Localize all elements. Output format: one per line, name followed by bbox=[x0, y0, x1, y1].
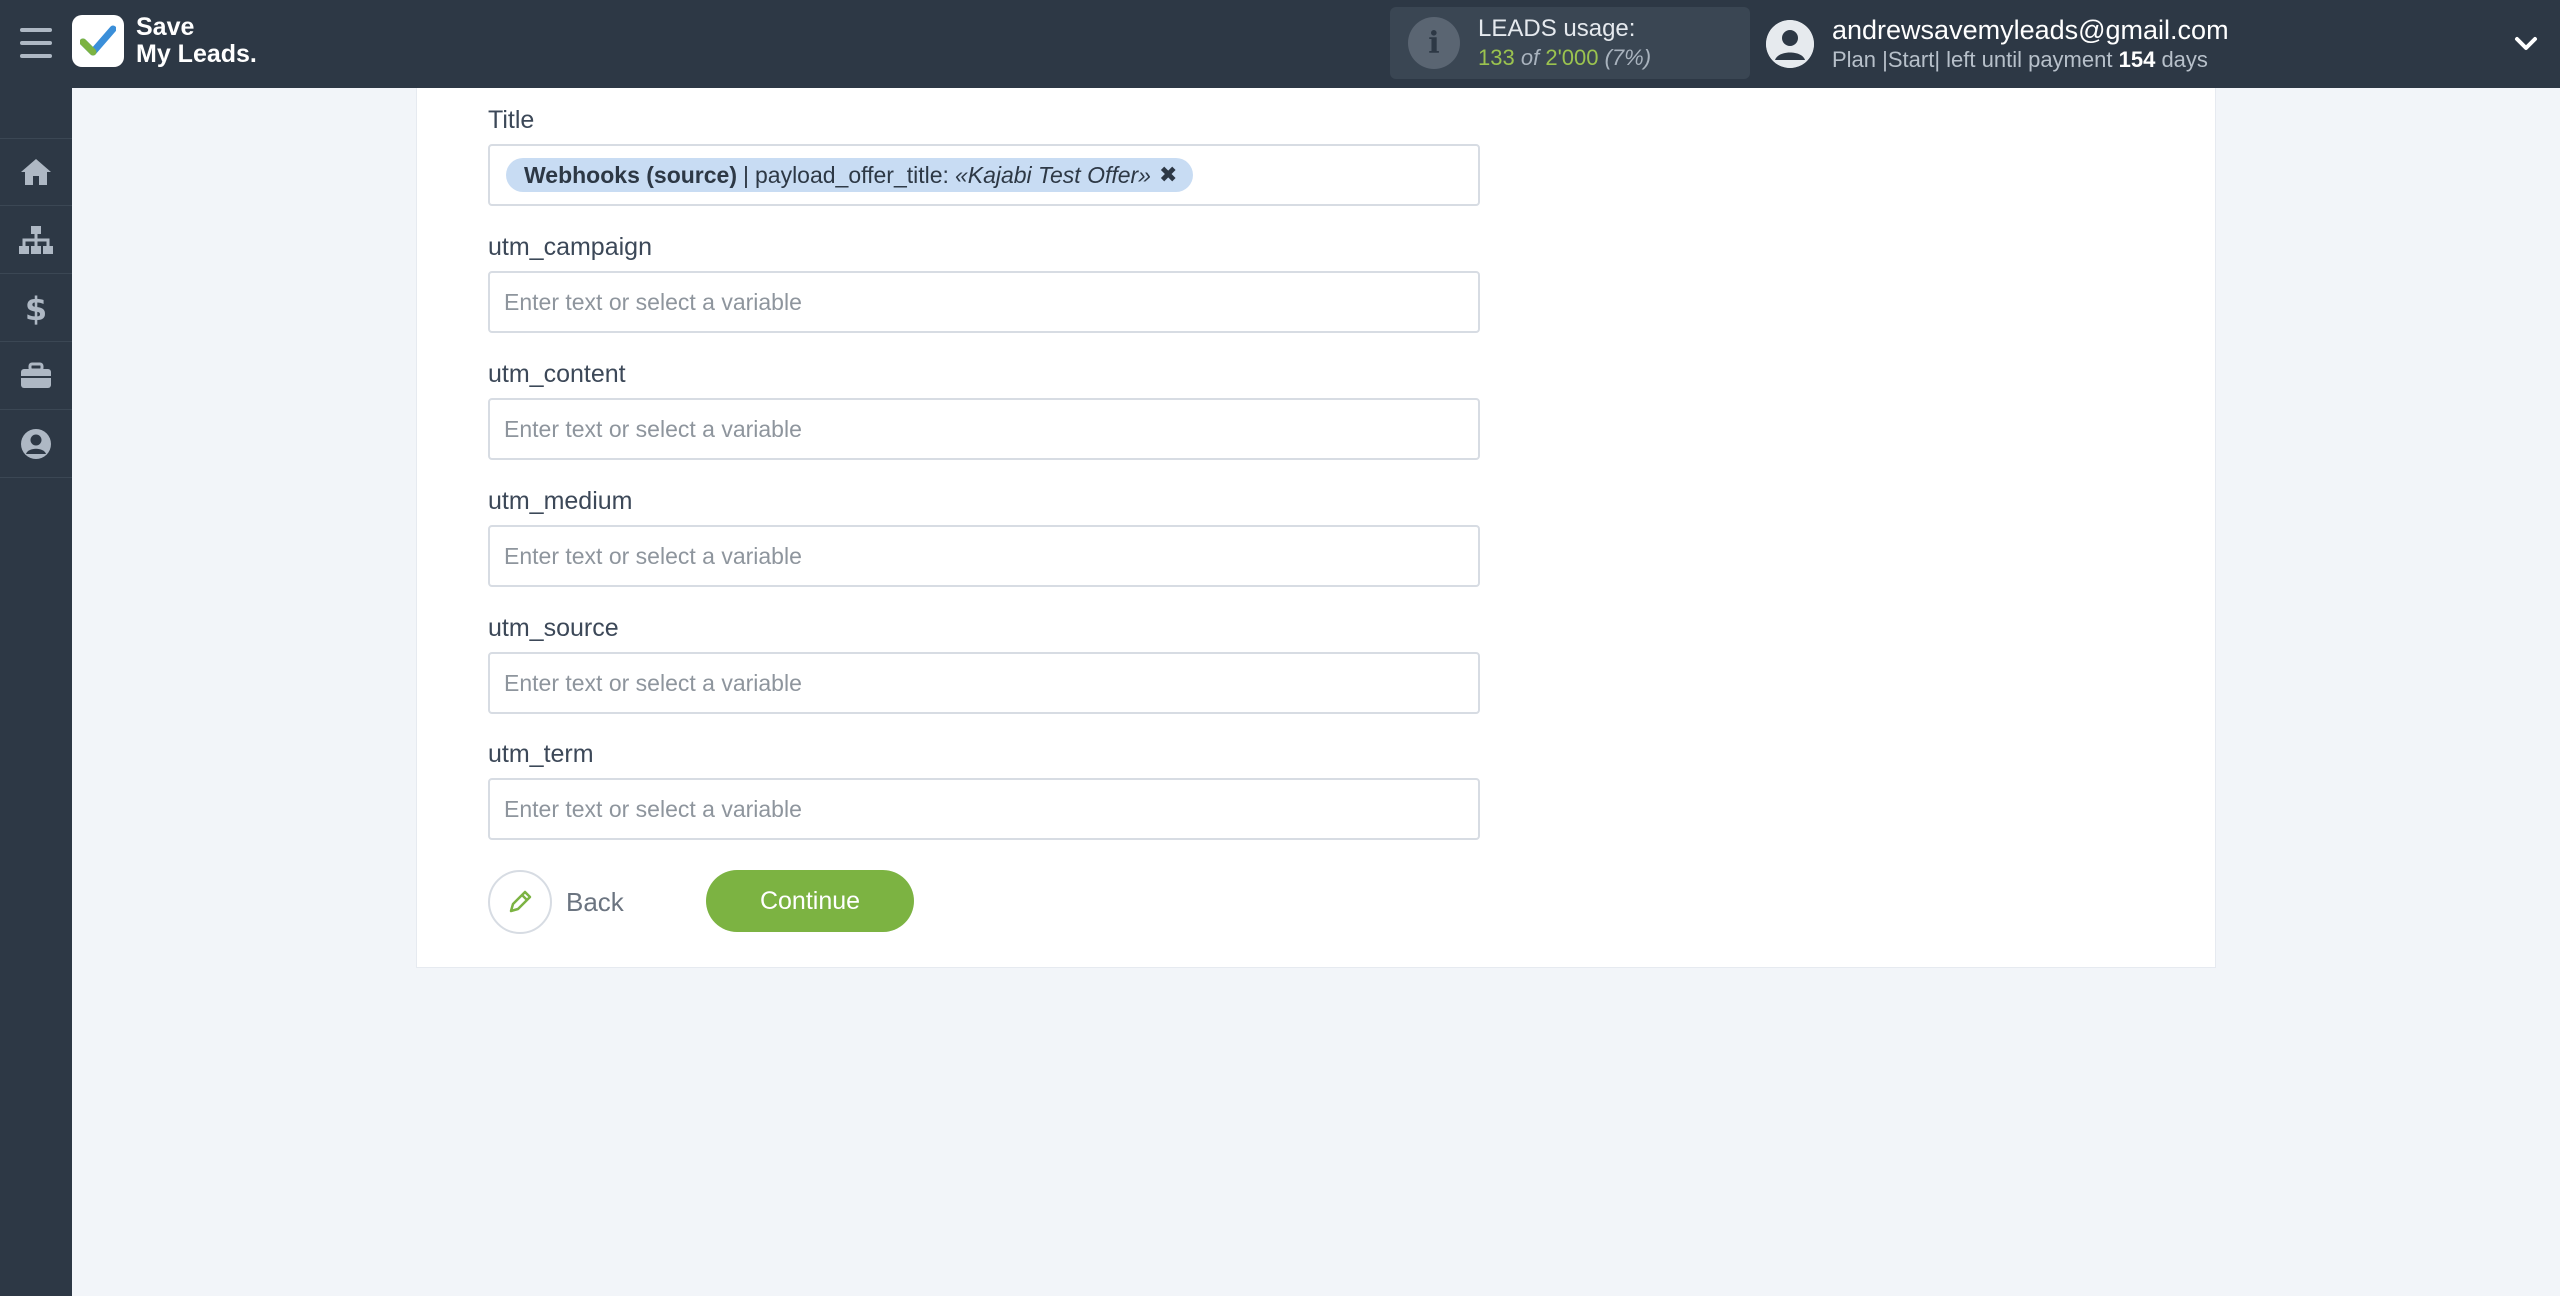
sidebar-item-profile[interactable] bbox=[0, 410, 72, 478]
logo-line-2: My Leads. bbox=[136, 40, 257, 68]
pencil-icon bbox=[488, 870, 552, 934]
svg-text:$: $ bbox=[25, 291, 47, 325]
utm-medium-label: utm_medium bbox=[488, 487, 633, 515]
utm-content-label: utm_content bbox=[488, 360, 626, 388]
plan-prefix: Plan |Start| left until payment bbox=[1832, 47, 2113, 72]
back-button[interactable]: Back bbox=[488, 870, 624, 934]
user-circle-icon bbox=[21, 428, 51, 459]
tag-separator: | bbox=[743, 161, 749, 188]
account-block[interactable]: andrewsavemyleads@gmail.com Plan |Start|… bbox=[1766, 14, 2229, 74]
utm-source-input[interactable] bbox=[488, 652, 1480, 714]
utm-medium-input[interactable] bbox=[488, 525, 1480, 587]
usage-title: LEADS usage: bbox=[1478, 15, 1636, 42]
utm-content-input[interactable] bbox=[488, 398, 1480, 460]
variable-tag[interactable]: Webhooks (source) | payload_offer_title:… bbox=[506, 158, 1194, 192]
sidebar-item-billing[interactable]: $ bbox=[0, 274, 72, 342]
tag-value: «Kajabi Test Offer» bbox=[954, 161, 1151, 188]
utm-campaign-label: utm_campaign bbox=[488, 233, 652, 261]
title-label: Title bbox=[488, 106, 535, 134]
close-icon[interactable]: ✖ bbox=[1159, 162, 1177, 188]
home-icon bbox=[21, 159, 51, 185]
usage-percent: (7%) bbox=[1604, 45, 1652, 70]
continue-button[interactable]: Continue bbox=[706, 870, 914, 932]
logo-check-icon bbox=[72, 15, 124, 67]
chevron-down-icon[interactable] bbox=[2512, 30, 2540, 58]
leads-usage-panel: i LEADS usage: 133 of 2'000 (7%) bbox=[1390, 7, 1750, 79]
logo[interactable]: Save My Leads. bbox=[72, 14, 257, 68]
sidebar: $ bbox=[0, 88, 72, 1296]
top-bar: Save My Leads. i LEADS usage: 133 of 2'0… bbox=[0, 0, 2560, 88]
dollar-icon: $ bbox=[25, 291, 47, 325]
utm-term-label: utm_term bbox=[488, 740, 594, 768]
tag-source: Webhooks (source) bbox=[524, 161, 737, 188]
sidebar-item-tools[interactable] bbox=[0, 342, 72, 410]
account-plan: Plan |Start| left until payment 154 days bbox=[1832, 46, 2229, 74]
avatar-icon[interactable] bbox=[1766, 20, 1814, 68]
sitemap-icon bbox=[19, 225, 53, 254]
sidebar-item-home[interactable] bbox=[0, 138, 72, 206]
logo-text: Save My Leads. bbox=[136, 14, 257, 68]
usage-count: 133 of 2'000 (7%) bbox=[1478, 44, 1651, 72]
plan-days-suffix: days bbox=[2161, 47, 2208, 72]
usage-of: of bbox=[1520, 45, 1540, 70]
back-label: Back bbox=[566, 886, 624, 917]
utm-source-label: utm_source bbox=[488, 614, 619, 642]
plan-days-value: 154 bbox=[2118, 47, 2156, 72]
logo-line-1: Save bbox=[136, 13, 195, 41]
sidebar-item-connections[interactable] bbox=[0, 206, 72, 274]
utm-campaign-input[interactable] bbox=[488, 271, 1480, 333]
usage-total: 2'000 bbox=[1545, 45, 1599, 70]
account-email: andrewsavemyleads@gmail.com bbox=[1832, 15, 2229, 45]
usage-used: 133 bbox=[1478, 45, 1515, 70]
menu-icon[interactable] bbox=[20, 28, 52, 58]
utm-term-input[interactable] bbox=[488, 778, 1480, 840]
briefcase-icon bbox=[21, 362, 51, 388]
tag-field: payload_offer_title: bbox=[754, 161, 949, 188]
info-icon[interactable]: i bbox=[1408, 17, 1460, 69]
title-field[interactable]: Webhooks (source) | payload_offer_title:… bbox=[488, 144, 1480, 206]
